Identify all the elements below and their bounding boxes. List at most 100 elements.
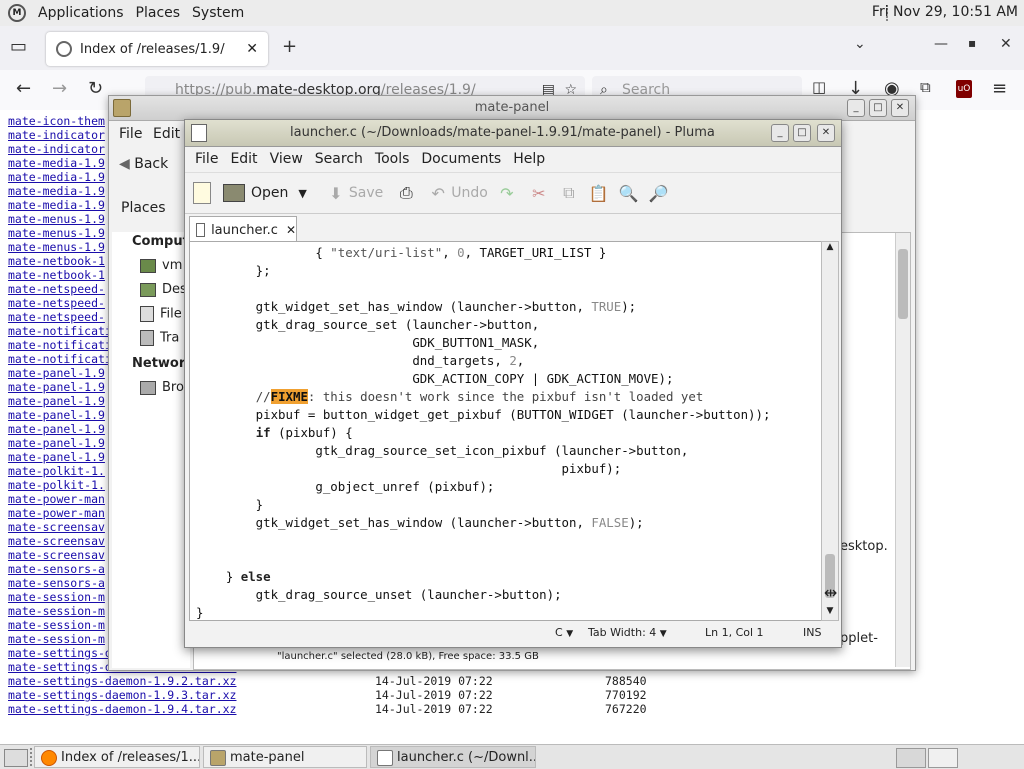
edit-menu[interactable]: Edit: [153, 126, 180, 142]
file-manager-titlebar[interactable]: mate-panel _ □ ✕: [109, 96, 915, 121]
file-link[interactable]: mate-indicator: [8, 128, 105, 142]
document-tab[interactable]: launcher.c ✕: [189, 216, 297, 243]
file-link[interactable]: mate-screensav: [8, 520, 105, 534]
find-button[interactable]: 🔍: [618, 182, 640, 204]
close-tab-icon[interactable]: ✕: [286, 223, 296, 237]
file-link[interactable]: mate-menus-1.9: [8, 240, 105, 254]
scrollbar-thumb[interactable]: [898, 249, 908, 319]
file-link[interactable]: mate-settings-daemon-1.9.2.tar.xz: [8, 674, 236, 688]
scroll-up-icon[interactable]: ▲: [822, 242, 838, 256]
workspace-1[interactable]: [896, 748, 926, 768]
file-link[interactable]: mate-panel-1.9: [8, 394, 105, 408]
reload-icon[interactable]: ↻: [88, 78, 103, 99]
undo-button[interactable]: ↶ Undo: [427, 182, 488, 204]
file-link[interactable]: mate-sensors-a: [8, 576, 105, 590]
places-menu[interactable]: Places: [130, 5, 187, 21]
file-link[interactable]: mate-session-m: [8, 618, 105, 632]
ublock-icon[interactable]: uO: [956, 80, 972, 98]
paste-button[interactable]: 📋: [588, 182, 610, 204]
file-menu[interactable]: File: [119, 126, 142, 142]
menu-file[interactable]: File: [189, 151, 224, 167]
scroll-down-icon[interactable]: ▼: [822, 606, 838, 620]
clock[interactable]: Fri Nov 29, 10:51 AM: [872, 4, 1018, 20]
file-link[interactable]: mate-panel-1.9: [8, 422, 105, 436]
file-link[interactable]: mate-session-m: [8, 632, 105, 646]
mate-logo-icon[interactable]: M: [8, 4, 26, 22]
code-editor[interactable]: { "text/uri-list", 0, TARGET_URI_LIST } …: [189, 241, 823, 621]
file-link[interactable]: mate-session-m: [8, 604, 105, 618]
file-link[interactable]: mate-settings-daemon-1.9.4.tar.xz: [8, 702, 236, 716]
side-item-browse-network[interactable]: Bro: [140, 380, 184, 395]
save-button[interactable]: ⬇ Save: [325, 182, 383, 204]
file-link[interactable]: mate-panel-1.9: [8, 436, 105, 450]
file-link[interactable]: mate-sensors-a: [8, 562, 105, 576]
maximize-icon[interactable]: ▪: [968, 36, 976, 50]
file-link[interactable]: mate-media-1.9: [8, 184, 105, 198]
minimize-icon[interactable]: —: [934, 36, 948, 52]
list-tabs-icon[interactable]: ⌄: [854, 36, 866, 52]
workspace-2[interactable]: [928, 748, 958, 768]
scrollbar[interactable]: [895, 233, 910, 667]
file-link[interactable]: mate-netbook-1: [8, 268, 105, 282]
new-button[interactable]: [193, 182, 211, 204]
places-selector[interactable]: Places: [121, 200, 166, 216]
file-link[interactable]: mate-notificati: [8, 324, 112, 338]
close-icon[interactable]: ✕: [891, 99, 909, 117]
copy-button[interactable]: ⧉: [558, 182, 580, 204]
cut-button[interactable]: ✂: [528, 182, 550, 204]
minimize-icon[interactable]: _: [771, 124, 789, 142]
side-item-vm[interactable]: vm: [140, 258, 182, 273]
maximize-icon[interactable]: □: [869, 99, 887, 117]
file-link[interactable]: mate-screensav: [8, 534, 105, 548]
file-link[interactable]: mate-media-1.9: [8, 170, 105, 184]
file-link[interactable]: mate-panel-1.9: [8, 366, 105, 380]
menu-search[interactable]: Search: [309, 151, 369, 167]
back-button[interactable]: ◀ Back: [119, 156, 168, 172]
file-link[interactable]: mate-power-man: [8, 506, 105, 520]
file-link[interactable]: mate-menus-1.9: [8, 226, 105, 240]
file-link[interactable]: mate-indicator: [8, 142, 105, 156]
menu-help[interactable]: Help: [507, 151, 551, 167]
file-link[interactable]: mate-session-m: [8, 590, 105, 604]
minimize-icon[interactable]: _: [847, 99, 865, 117]
open-button[interactable]: Open: [223, 184, 288, 202]
side-item-trash[interactable]: Tra: [140, 330, 179, 346]
close-tab-icon[interactable]: ✕: [246, 41, 258, 57]
menu-view[interactable]: View: [264, 151, 309, 167]
tab-width-selector[interactable]: Tab Width: 4 ▼: [588, 620, 667, 647]
browser-tab[interactable]: Index of /releases/1.9/ ✕: [46, 32, 268, 66]
taskbar-item-editor[interactable]: launcher.c (~/Downl...: [370, 746, 536, 768]
file-link[interactable]: mate-panel-1.9: [8, 408, 105, 422]
new-tab-icon[interactable]: +: [282, 36, 297, 57]
file-link[interactable]: mate-settings-daemon-1.9.3.tar.xz: [8, 688, 236, 702]
file-link[interactable]: mate-screensav: [8, 548, 105, 562]
back-icon[interactable]: ←: [16, 78, 31, 99]
menu-edit[interactable]: Edit: [224, 151, 263, 167]
menu-tools[interactable]: Tools: [369, 151, 416, 167]
file-link[interactable]: mate-notificati: [8, 338, 112, 352]
text-editor-titlebar[interactable]: launcher.c (~/Downloads/mate-panel-1.9.9…: [185, 120, 841, 147]
file-link[interactable]: mate-netbook-1: [8, 254, 105, 268]
side-item-desktop[interactable]: Des: [140, 282, 187, 297]
file-link[interactable]: mate-menus-1.9: [8, 212, 105, 226]
menu-documents[interactable]: Documents: [415, 151, 507, 167]
find-replace-button[interactable]: 🔎: [648, 182, 670, 204]
close-icon[interactable]: ✕: [817, 124, 835, 142]
system-menu[interactable]: System: [186, 5, 250, 21]
applications-menu[interactable]: Applications: [32, 5, 130, 21]
maximize-icon[interactable]: □: [793, 124, 811, 142]
recent-files-dropdown[interactable]: ▼: [298, 187, 306, 200]
extensions-icon[interactable]: ⧉: [920, 78, 931, 96]
show-desktop-icon[interactable]: [4, 749, 28, 767]
file-link[interactable]: mate-polkit-1.: [8, 478, 105, 492]
tab-overview-icon[interactable]: ▭: [10, 36, 27, 57]
file-link[interactable]: mate-panel-1.9: [8, 380, 105, 394]
taskbar-item-file-manager[interactable]: mate-panel: [203, 746, 367, 768]
pocket-icon[interactable]: ◫: [812, 78, 826, 96]
redo-button[interactable]: ↷: [496, 182, 518, 204]
close-window-icon[interactable]: ✕: [1000, 36, 1012, 52]
file-link[interactable]: mate-polkit-1.: [8, 464, 105, 478]
file-link[interactable]: mate-notificati: [8, 352, 112, 366]
file-link[interactable]: mate-media-1.9: [8, 156, 105, 170]
file-link[interactable]: mate-netspeed-: [8, 296, 105, 310]
